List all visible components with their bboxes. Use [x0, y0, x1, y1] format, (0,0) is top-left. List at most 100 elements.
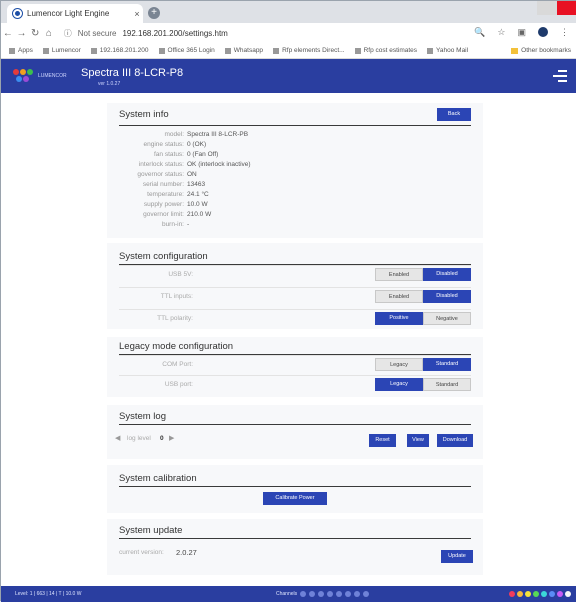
- bookmark-item[interactable]: Lumencor: [42, 47, 81, 54]
- led-indicator: [525, 591, 531, 597]
- channel-dot: [345, 591, 352, 597]
- ttl-polarity-positive-option[interactable]: Positive: [375, 312, 423, 325]
- channels-label: Channels: [276, 591, 298, 597]
- info-row: supply power: 10.0 W: [143, 201, 208, 208]
- bookmark-icon: [158, 47, 165, 54]
- current-version-value: 2.0.27: [176, 548, 197, 557]
- channel-indicators: Channels: [276, 591, 370, 597]
- config-row-usb5v: USB 5V: Enabled Disabled: [119, 265, 471, 283]
- back-arrow-icon[interactable]: ←: [1, 28, 15, 39]
- bookmarks-bar: Apps Lumencor 192.168.201.200 Office 365…: [1, 43, 576, 59]
- bookmark-item[interactable]: Yahoo Mail: [427, 47, 468, 54]
- log-level-value: 0: [160, 435, 164, 442]
- forward-arrow-icon[interactable]: →: [15, 28, 29, 39]
- menu-dots-icon[interactable]: ⋮: [560, 27, 569, 39]
- bookmark-icon: [90, 47, 97, 54]
- usb5v-enabled-option[interactable]: Enabled: [375, 268, 423, 281]
- bookmark-item[interactable]: Whatsapp: [224, 47, 263, 54]
- tab-close-icon[interactable]: ×: [131, 9, 143, 19]
- lumencor-logo-icon: [13, 69, 35, 83]
- channel-dot: [336, 591, 343, 597]
- ttl-polarity-negative-option[interactable]: Negative: [423, 312, 471, 325]
- section-divider: [119, 486, 471, 487]
- bookmark-icon: [273, 47, 280, 54]
- usb-port-standard-option[interactable]: Standard: [423, 378, 471, 391]
- led-indicator: [541, 591, 547, 597]
- led-indicator: [565, 591, 571, 597]
- back-button[interactable]: Back: [437, 108, 471, 121]
- info-row: governor limit: 210.0 W: [143, 211, 212, 218]
- new-tab-button[interactable]: +: [148, 7, 160, 19]
- led-indicators: [509, 591, 571, 597]
- url-input[interactable]: ⓘ Not secure 192.168.201.200/settings.ht…: [64, 26, 474, 40]
- config-row-com-port: COM Port: Legacy Standard: [119, 355, 471, 373]
- info-row: temperature: 24.1 °C: [147, 191, 209, 198]
- section-divider: [119, 424, 471, 425]
- update-button[interactable]: Update: [441, 550, 473, 563]
- ttl-polarity-toggle[interactable]: Positive Negative: [375, 312, 471, 325]
- legacy-mode-section: Legacy mode configuration COM Port: Lega…: [107, 337, 483, 397]
- com-port-standard-option[interactable]: Standard: [423, 358, 471, 371]
- home-icon[interactable]: ⌂: [42, 28, 56, 39]
- section-title: System update: [119, 525, 183, 536]
- view-button[interactable]: View: [407, 434, 429, 447]
- ttl-inputs-enabled-option[interactable]: Enabled: [375, 290, 423, 303]
- led-indicator: [549, 591, 555, 597]
- download-button[interactable]: Download: [437, 434, 473, 447]
- log-level-decrease-icon[interactable]: ◀: [115, 434, 120, 442]
- ttl-inputs-disabled-option[interactable]: Disabled: [423, 290, 471, 303]
- browser-window: Lumencor Light Engine × + ← → ↻ ⌂ ⓘ Not …: [0, 0, 576, 602]
- log-level-increase-icon[interactable]: ▶: [169, 434, 174, 442]
- bookmark-icon: [42, 47, 49, 54]
- usb5v-toggle[interactable]: Enabled Disabled: [375, 268, 471, 281]
- bookmark-icon: [354, 47, 361, 54]
- bookmark-item[interactable]: Rfp elements Direct...: [273, 47, 345, 54]
- ttl-inputs-toggle[interactable]: Enabled Disabled: [375, 290, 471, 303]
- section-title: System calibration: [119, 473, 197, 484]
- brand-name: LUMENCOR: [38, 73, 67, 79]
- profile-icon[interactable]: [538, 27, 549, 39]
- led-indicator: [517, 591, 523, 597]
- usb-port-legacy-option[interactable]: Legacy: [375, 378, 423, 391]
- system-info-section: System info Back model: Spectra III 8-LCR…: [107, 103, 483, 238]
- channel-dot: [300, 591, 307, 597]
- lumencor-favicon-icon: [13, 9, 22, 18]
- info-row: fan status: 0 (Fan Off): [154, 151, 219, 158]
- com-port-toggle[interactable]: Legacy Standard: [375, 358, 471, 371]
- reset-button[interactable]: Reset: [369, 434, 396, 447]
- channel-dot: [318, 591, 325, 597]
- info-row: burn-in: -: [161, 221, 190, 228]
- address-toolbar: 🔍 ☆ ▣ ⋮: [474, 27, 576, 39]
- window-controls[interactable]: [537, 1, 576, 15]
- bookmark-item[interactable]: Office 365 Login: [158, 47, 215, 54]
- apps-icon: [9, 47, 15, 54]
- system-update-section: System update current version: 2.0.27 Up…: [107, 519, 483, 575]
- extension-icon[interactable]: ▣: [518, 27, 527, 39]
- settings-page: System info Back model: Spectra III 8-LCR…: [1, 93, 576, 586]
- usb-port-toggle[interactable]: Legacy Standard: [375, 378, 471, 391]
- menu-toggle-icon[interactable]: [553, 70, 567, 82]
- zoom-icon[interactable]: 🔍: [474, 27, 485, 39]
- address-bar: ← → ↻ ⌂ ⓘ Not secure 192.168.201.200/set…: [1, 23, 576, 43]
- calibrate-power-button[interactable]: Calibrate Power: [263, 492, 327, 505]
- com-port-legacy-option[interactable]: Legacy: [375, 358, 423, 371]
- bookmark-item[interactable]: 192.168.201.200: [90, 47, 149, 54]
- info-row: model: Spectra III 8-LCR-PB: [164, 131, 249, 138]
- bookmark-item[interactable]: Apps: [9, 47, 33, 54]
- page-title: Spectra III 8-LCR-P8: [81, 67, 184, 79]
- usb5v-disabled-option[interactable]: Disabled: [423, 268, 471, 281]
- section-title: System log: [119, 411, 166, 422]
- bookmark-item[interactable]: Rfp cost estimates: [354, 47, 417, 54]
- star-icon[interactable]: ☆: [497, 27, 505, 39]
- section-divider: [119, 538, 471, 539]
- led-indicator: [557, 591, 563, 597]
- led-indicator: [533, 591, 539, 597]
- info-icon[interactable]: ⓘ: [64, 28, 72, 39]
- other-bookmarks[interactable]: Other bookmarks: [511, 47, 571, 54]
- browser-tab[interactable]: Lumencor Light Engine ×: [7, 4, 143, 23]
- security-label: Not secure: [77, 28, 117, 38]
- reload-icon[interactable]: ↻: [28, 28, 42, 39]
- status-text: Level: 1 | 663 | 14 | T | 10.0 W: [15, 591, 82, 597]
- section-divider: [119, 125, 471, 126]
- info-row: interlock status: OK (interlock inactive): [138, 161, 251, 168]
